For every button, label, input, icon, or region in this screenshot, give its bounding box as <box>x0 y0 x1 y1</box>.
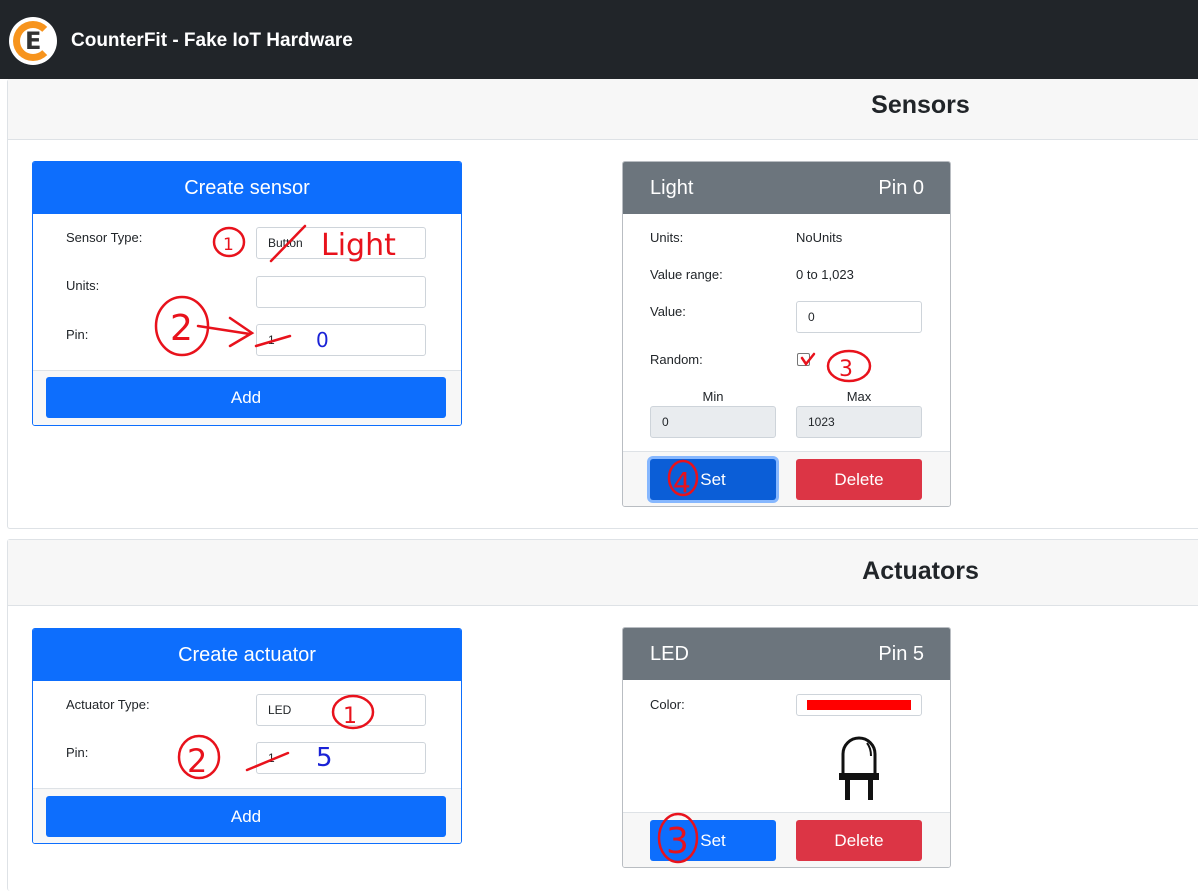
add-sensor-button[interactable]: Add <box>46 377 446 418</box>
app-header: E CounterFit - Fake IoT Hardware <box>0 0 1198 79</box>
sensor-units-input[interactable] <box>256 276 426 308</box>
create-actuator-title: Create actuator <box>33 629 461 681</box>
light-random-checkbox[interactable] <box>797 353 810 366</box>
actuator-pin-label: Pin: <box>66 745 89 760</box>
actuators-section: Actuators Create actuator Actuator Type:… <box>7 539 1198 891</box>
light-card-footer: Set Delete <box>623 451 950 506</box>
light-max-label: Max <box>846 389 872 404</box>
light-sensor-name: Light <box>650 177 694 199</box>
led-bulb-icon <box>839 736 879 800</box>
led-color-value <box>807 700 911 710</box>
light-range-label: Value range: <box>650 267 723 282</box>
actuators-section-header: Actuators <box>8 540 1198 606</box>
create-sensor-title: Create sensor <box>33 162 461 214</box>
sensor-type-label: Sensor Type: <box>66 230 143 245</box>
add-actuator-button[interactable]: Add <box>46 796 446 837</box>
light-random-label: Random: <box>650 352 703 367</box>
led-color-label: Color: <box>650 697 685 712</box>
actuators-title: Actuators <box>862 557 979 585</box>
create-sensor-card: Create sensor Sensor Type: Button Units:… <box>32 161 462 426</box>
app-title: CounterFit - Fake IoT Hardware <box>71 30 353 51</box>
sensor-units-label: Units: <box>66 278 100 293</box>
counterfit-logo-icon: E <box>9 17 57 65</box>
actuator-type-select[interactable]: LED <box>256 694 426 726</box>
sensor-pin-label: Pin: <box>66 327 89 342</box>
sensors-section-header: Sensors <box>8 79 1198 140</box>
light-min-label: Min <box>702 389 724 404</box>
light-min-input[interactable]: 0 <box>650 406 776 438</box>
create-sensor-footer: Add <box>33 370 461 425</box>
light-max-input[interactable]: 1023 <box>796 406 922 438</box>
light-sensor-pin: Pin 0 <box>878 177 924 199</box>
create-actuator-card: Create actuator Actuator Type: LED Pin: … <box>32 628 462 844</box>
sensor-type-select[interactable]: Button <box>256 227 426 259</box>
led-actuator-card: LED Pin 5 Color: Set Delete <box>622 627 951 868</box>
light-value-input[interactable]: 0 <box>796 301 922 333</box>
led-actuator-name: LED <box>650 643 689 665</box>
light-sensor-header: Light Pin 0 <box>623 162 950 214</box>
led-card-footer: Set Delete <box>623 812 950 867</box>
led-delete-button[interactable]: Delete <box>796 820 922 861</box>
light-sensor-card: Light Pin 0 Units: NoUnits Value range: … <box>622 161 951 507</box>
actuator-pin-input[interactable]: 1 <box>256 742 426 774</box>
light-value-label: Value: <box>650 304 686 319</box>
light-units-label: Units: <box>650 230 684 245</box>
actuator-type-label: Actuator Type: <box>66 697 150 712</box>
create-actuator-footer: Add <box>33 788 461 843</box>
led-color-picker[interactable] <box>796 694 922 716</box>
sensors-title: Sensors <box>871 91 970 119</box>
sensor-pin-input[interactable]: 1 <box>256 324 426 356</box>
sensors-section: Sensors Create sensor Sensor Type: Butto… <box>7 79 1198 529</box>
light-delete-button[interactable]: Delete <box>796 459 922 500</box>
light-range-value: 0 to 1,023 <box>796 267 854 282</box>
led-actuator-header: LED Pin 5 <box>623 628 950 680</box>
led-set-button[interactable]: Set <box>650 820 776 861</box>
light-set-button[interactable]: Set <box>650 459 776 500</box>
light-units-value: NoUnits <box>796 230 843 245</box>
led-actuator-pin: Pin 5 <box>878 643 924 665</box>
